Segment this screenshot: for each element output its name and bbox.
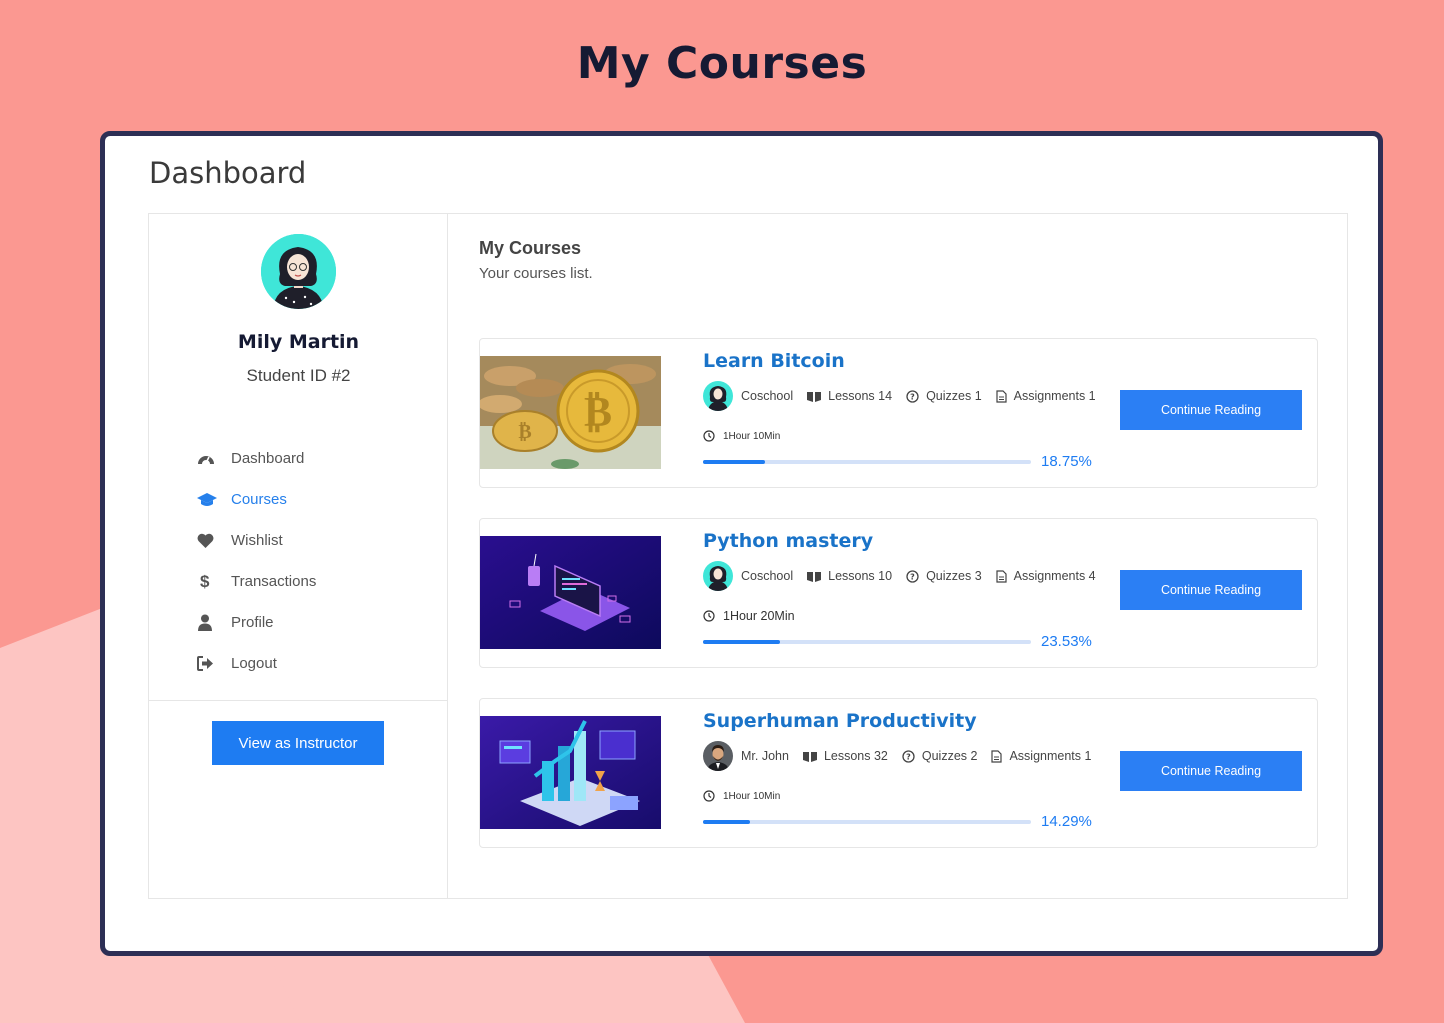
sidebar-item-profile[interactable]: Profile	[197, 602, 316, 643]
course-duration: 1Hour 10Min	[703, 790, 780, 802]
course-duration: 1Hour 20Min	[703, 609, 795, 623]
course-thumbnail-python[interactable]	[480, 536, 661, 649]
course-progress-bar	[703, 820, 1031, 824]
question-icon: ?	[902, 749, 915, 763]
course-title[interactable]: Learn Bitcoin	[703, 350, 845, 372]
graduation-cap-icon	[197, 492, 231, 507]
sidebar-item-label: Logout	[231, 655, 277, 672]
course-meta: Coschool Lessons 14 ? Quizzes 1 Assignme…	[703, 381, 1110, 411]
course-author[interactable]: Coschool	[741, 569, 793, 583]
course-thumbnail-bitcoin[interactable]: ₿ ₿	[480, 356, 661, 469]
content-title: My Courses	[479, 238, 582, 258]
lessons-count: Lessons 32	[802, 749, 888, 763]
sidebar-divider	[149, 700, 448, 701]
sidebar-item-wishlist[interactable]: Wishlist	[197, 520, 316, 561]
clock-icon	[703, 610, 715, 622]
content-subtitle: Your courses list.	[479, 265, 593, 282]
dashboard-panel: Mily Martin Student ID #2 Dashboard Cour…	[148, 213, 1348, 899]
clock-icon	[703, 430, 715, 442]
continue-reading-button[interactable]: Continue Reading	[1120, 570, 1302, 610]
dashboard-window: Dashboard Mily Martin Student ID #2 Dash…	[100, 131, 1383, 956]
course-meta: Mr. John Lessons 32 ? Quizzes 2 Assignme…	[703, 741, 1105, 771]
clock-icon	[703, 790, 715, 802]
course-title[interactable]: Superhuman Productivity	[703, 710, 977, 732]
question-icon: ?	[906, 569, 919, 583]
dashboard-icon	[197, 451, 231, 467]
svg-text:₿: ₿	[584, 387, 612, 436]
course-progress-percent: 14.29%	[1041, 813, 1092, 830]
author-avatar	[703, 741, 733, 771]
page-title: My Courses	[576, 38, 868, 89]
course-progress-bar	[703, 460, 1031, 464]
dollar-icon: $	[200, 571, 210, 591]
document-icon	[996, 569, 1007, 583]
continue-reading-button[interactable]: Continue Reading	[1120, 751, 1302, 791]
lessons-count: Lessons 10	[807, 569, 892, 583]
continue-reading-button[interactable]: Continue Reading	[1120, 390, 1302, 430]
assignments-count: Assignments 4	[996, 569, 1096, 583]
course-author[interactable]: Coschool	[741, 389, 793, 403]
heart-icon	[197, 533, 231, 548]
book-icon	[807, 391, 822, 402]
author-avatar	[703, 381, 733, 411]
sidebar-item-courses[interactable]: Courses	[197, 479, 316, 520]
quizzes-count: ? Quizzes 3	[906, 569, 982, 583]
course-meta: Coschool Lessons 10 ? Quizzes 3 Assignme…	[703, 561, 1110, 591]
svg-text:₿: ₿	[518, 419, 531, 443]
course-duration: 1Hour 10Min	[703, 430, 780, 442]
quizzes-count: ? Quizzes 1	[906, 389, 982, 403]
book-icon	[807, 571, 822, 582]
svg-text:?: ?	[906, 752, 911, 761]
student-id: Student ID #2	[246, 366, 351, 385]
question-icon: ?	[906, 389, 919, 403]
sidebar-item-label: Wishlist	[231, 532, 283, 549]
user-icon	[197, 614, 231, 631]
sidebar-item-transactions[interactable]: $ Transactions	[197, 561, 316, 602]
course-title[interactable]: Python mastery	[703, 530, 873, 552]
avatar	[261, 234, 336, 309]
course-author[interactable]: Mr. John	[741, 749, 789, 763]
course-progress-percent: 23.53%	[1041, 633, 1092, 650]
assignments-count: Assignments 1	[996, 389, 1096, 403]
assignments-count: Assignments 1	[991, 749, 1091, 763]
course-progress-bar	[703, 640, 1031, 644]
course-thumbnail-productivity[interactable]	[480, 716, 661, 829]
book-icon	[802, 751, 817, 762]
sidebar-item-label: Courses	[231, 491, 287, 508]
sidebar-item-label: Profile	[231, 614, 274, 631]
document-icon	[996, 389, 1007, 403]
course-card: Python mastery Coschool Lessons 10 ? Qui…	[479, 518, 1318, 668]
course-card: Superhuman Productivity Mr. John Lessons…	[479, 698, 1318, 848]
sidebar-item-logout[interactable]: Logout	[197, 643, 316, 684]
sidebar-item-label: Transactions	[231, 573, 317, 590]
dashboard-title: Dashboard	[149, 156, 307, 190]
sidebar-item-label: Dashboard	[231, 450, 305, 467]
svg-text:?: ?	[910, 572, 915, 581]
author-avatar	[703, 561, 733, 591]
quizzes-count: ? Quizzes 2	[902, 749, 977, 763]
sidebar-item-dashboard[interactable]: Dashboard	[197, 438, 316, 479]
course-card: ₿ ₿ Learn Bitcoin Coschool Lessons 14 ? …	[479, 338, 1318, 488]
sidebar-nav: Dashboard Courses Wishlist $ Transaction…	[197, 438, 316, 684]
view-as-instructor-button[interactable]: View as Instructor	[212, 721, 384, 765]
logout-icon	[197, 656, 231, 671]
svg-text:?: ?	[910, 392, 915, 401]
user-name: Mily Martin	[237, 331, 360, 353]
lessons-count: Lessons 14	[807, 389, 892, 403]
sidebar: Mily Martin Student ID #2 Dashboard Cour…	[149, 214, 448, 898]
document-icon	[991, 749, 1003, 763]
course-progress-percent: 18.75%	[1041, 453, 1092, 470]
